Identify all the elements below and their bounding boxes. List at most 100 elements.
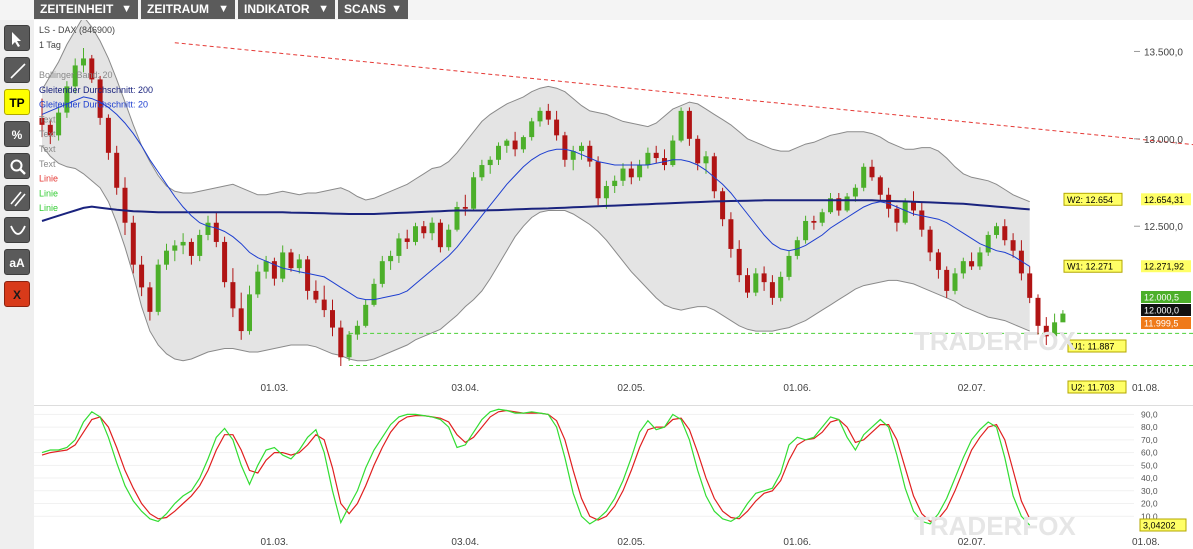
- osc-x-tick-label: 01.08.: [1132, 537, 1160, 548]
- candle-body: [969, 261, 975, 267]
- candle-body: [130, 222, 136, 265]
- price-label: W1: 12.271: [1063, 259, 1123, 273]
- osc-y-tick-label: 60,0: [1141, 448, 1158, 458]
- top-menu-bar: ZEITEINHEIT ▼ ZEITRAUM ▼ INDIKATOR ▼ SCANS ▼: [0, 0, 1193, 20]
- candle-body: [479, 165, 485, 178]
- candle-body: [487, 159, 493, 166]
- menu-label: INDIKATOR: [244, 2, 310, 16]
- candle-body: [1035, 297, 1041, 326]
- candle-body: [305, 259, 311, 291]
- candle-body: [396, 238, 402, 256]
- legend-item[interactable]: Gleitender Durchschnitt: 200: [39, 85, 153, 95]
- price-chart[interactable]: LS - DAX (846900) 1 Tag Bollinger Band: 20…: [34, 20, 1193, 405]
- menu-indikator[interactable]: INDIKATOR ▼: [238, 0, 335, 19]
- candle-body: [1027, 273, 1033, 298]
- cursor-tool[interactable]: [4, 25, 30, 51]
- curve-tool[interactable]: [4, 217, 30, 243]
- magnifier-icon: [10, 159, 26, 175]
- legend-item[interactable]: Linie: [39, 174, 58, 184]
- caret-down-icon: ▼: [391, 3, 402, 15]
- candle-body: [620, 168, 626, 181]
- candle-body: [520, 137, 526, 150]
- legend-item[interactable]: Gleitender Durchschnitt: 20: [39, 100, 148, 110]
- candle-body: [637, 165, 643, 178]
- candle-body: [496, 145, 501, 160]
- price-label-text: U2: 11.703: [1071, 383, 1114, 393]
- candle: [985, 231, 991, 256]
- menu-label: ZEITRAUM: [147, 2, 209, 16]
- candle-body: [413, 226, 418, 242]
- instrument-label: LS - DAX (846900): [39, 25, 115, 35]
- candle: [861, 163, 867, 192]
- price-label-text: W2: 12.654: [1067, 195, 1113, 205]
- price-label: 11.999,5: [1141, 317, 1191, 329]
- x-tick-label: 01.03.: [260, 383, 288, 394]
- candle-body: [263, 261, 269, 272]
- candle-body: [545, 110, 551, 120]
- menu-scans[interactable]: SCANS ▼: [338, 0, 408, 19]
- candle-body: [994, 226, 999, 235]
- candle-body: [471, 177, 477, 209]
- candle-body: [728, 219, 734, 249]
- candle-body: [628, 168, 634, 178]
- legend-item[interactable]: Text: [39, 114, 56, 124]
- candle-body: [1002, 226, 1008, 241]
- tp-tool[interactable]: TP: [4, 89, 30, 115]
- candle-body: [695, 138, 701, 164]
- osc-y-tick-label: 30,0: [1141, 486, 1158, 496]
- legend-item[interactable]: Text: [39, 159, 56, 169]
- legend-item[interactable]: Text: [39, 144, 56, 154]
- price-label-text: 12.000,5: [1144, 293, 1179, 303]
- candle-body: [529, 121, 535, 138]
- candle: [1060, 310, 1066, 323]
- close-icon: X: [12, 288, 21, 302]
- menu-zeiteinheit[interactable]: ZEITEINHEIT ▼: [34, 0, 138, 19]
- candle-body: [338, 327, 344, 358]
- candle-body: [230, 282, 236, 309]
- candle-body: [197, 234, 203, 256]
- legend-item[interactable]: Linie: [39, 188, 58, 198]
- legend-item[interactable]: Linie: [39, 203, 58, 213]
- candle-body: [811, 220, 817, 223]
- delete-tool[interactable]: X: [4, 281, 30, 307]
- channel-tool[interactable]: [4, 185, 30, 211]
- y-tick-label: 13.500,0: [1144, 47, 1183, 58]
- candle-body: [894, 208, 900, 223]
- candle-body: [562, 135, 568, 160]
- legend-item[interactable]: Bollinger Band: 20: [39, 70, 113, 80]
- candle-body: [354, 325, 360, 335]
- candle-body: [147, 287, 153, 312]
- candle-body: [446, 229, 452, 248]
- candle-body: [296, 259, 302, 269]
- candle-body: [703, 156, 709, 164]
- candle-body: [803, 220, 809, 241]
- zoom-tool[interactable]: [4, 153, 30, 179]
- candle-body: [172, 245, 178, 251]
- candle-body: [388, 255, 394, 262]
- stochastic-chart[interactable]: 90,080,070,060,050,040,030,020,010,0 01.…: [34, 405, 1193, 549]
- candle-body: [711, 156, 717, 192]
- osc-y-tick-label: 20,0: [1141, 499, 1158, 509]
- line-tool[interactable]: [4, 57, 30, 83]
- price-label-text: 12.000,0: [1144, 306, 1179, 316]
- price-axis: 13.500,0 13.000,0 12.500,0: [1134, 47, 1183, 233]
- candle-body: [155, 264, 161, 312]
- percent-tool[interactable]: %: [4, 121, 30, 147]
- candle-body: [188, 241, 194, 256]
- tp-badge-icon: TP: [9, 96, 25, 110]
- candle-body: [247, 294, 252, 332]
- candle-body: [122, 187, 128, 223]
- diagonal-line-icon: [10, 63, 26, 79]
- text-tool[interactable]: aA: [4, 249, 30, 275]
- candle-body: [537, 110, 543, 122]
- osc-y-tick-label: 90,0: [1141, 409, 1158, 419]
- x-tick-label: 01.06.: [783, 383, 811, 394]
- candle-body: [670, 140, 676, 166]
- candle-body: [911, 201, 916, 211]
- menu-zeitraum[interactable]: ZEITRAUM ▼: [141, 0, 235, 19]
- candle-body: [720, 191, 726, 220]
- price-label-text: 11.999,5: [1144, 319, 1178, 329]
- legend-item[interactable]: Text: [39, 129, 56, 139]
- candle-body: [504, 140, 510, 146]
- y-tick-label: 13.000,0: [1144, 135, 1183, 146]
